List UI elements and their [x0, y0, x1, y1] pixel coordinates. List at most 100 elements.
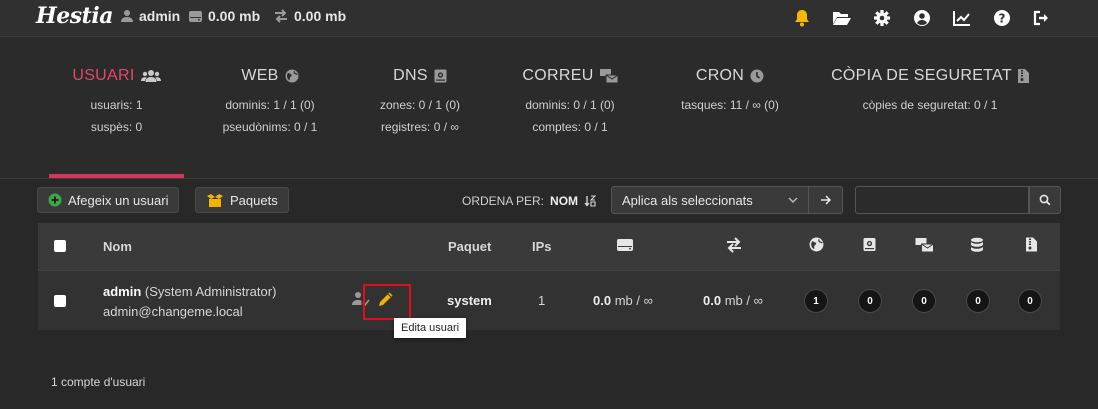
user-circle-icon[interactable] — [912, 8, 932, 28]
web-domains: dominis: 1 / 1 (0) — [225, 98, 315, 112]
sort-alpha-icon — [584, 195, 597, 207]
dns-tab-title: DNS — [393, 67, 428, 84]
disk-usage-unit: mb / ∞ — [614, 293, 653, 308]
add-user-button[interactable]: Afegeix un usuari — [37, 187, 180, 213]
globe-icon — [285, 69, 299, 83]
user-full-name: (System Administrator) — [144, 284, 277, 299]
file-archive-icon — [1017, 69, 1029, 83]
column-ips[interactable]: IPs — [532, 239, 552, 254]
box-open-icon — [206, 193, 224, 207]
select-all-checkbox[interactable] — [54, 240, 66, 252]
tab-users[interactable]: USUARI usuaris: 1 suspès: 0 — [49, 67, 184, 134]
bandwidth-usage: 0.00 mb — [273, 8, 346, 24]
divider — [0, 178, 1098, 179]
bulk-action-select[interactable]: Aplica als seleccionats — [611, 186, 809, 214]
gear-icon[interactable] — [872, 8, 892, 28]
bell-icon[interactable] — [792, 8, 812, 28]
folder-open-icon[interactable] — [832, 8, 852, 28]
arrow-right-icon — [820, 195, 832, 205]
book-icon — [863, 237, 876, 252]
table-header: Nom Paquet IPs — [38, 223, 1060, 270]
tab-backups[interactable]: CÒPIA DE SEGURETAT còpies de seguretat: … — [820, 67, 1040, 112]
disk-usage-value: 0.00 mb — [208, 8, 261, 24]
mail-bulk-icon — [915, 238, 934, 252]
users-count: usuaris: 1 — [90, 98, 143, 112]
chevron-down-icon — [788, 197, 798, 204]
backups-badge: 0 — [1018, 289, 1042, 313]
sign-out-icon[interactable] — [1032, 8, 1052, 28]
bulk-action-value: Aplica als seleccionats — [622, 192, 753, 208]
bandwidth-value: 0.00 mb — [294, 8, 347, 24]
mail-tab-title: CORREU — [522, 67, 594, 84]
hdd-icon — [616, 238, 634, 252]
column-name[interactable]: Nom — [103, 239, 132, 254]
user-name-cell: admin (System Administrator) — [103, 284, 276, 299]
bandwidth-unit: mb / ∞ — [724, 293, 763, 308]
packages-button[interactable]: Paquets — [195, 187, 289, 213]
bandwidth-value: 0.0 — [703, 293, 722, 308]
disk-usage: 0.00 mb — [188, 8, 260, 24]
web-aliases: pseudònims: 0 / 1 — [222, 120, 318, 134]
file-archive-icon — [1026, 237, 1037, 252]
user-email: admin@changeme.local — [103, 304, 243, 319]
backups-tab-title: CÒPIA DE SEGURETAT — [831, 67, 1012, 84]
plus-circle-icon — [48, 193, 62, 207]
users-tab-title: USUARI — [72, 67, 135, 84]
sort-control[interactable]: ORDENA PER: NOM — [462, 194, 597, 208]
sort-label: ORDENA PER: — [462, 194, 545, 208]
current-user: admin — [120, 8, 180, 24]
disk-usage-value: 0.0 — [593, 293, 612, 308]
dns-zones-badge: 0 — [858, 289, 882, 313]
exchange-icon — [725, 237, 743, 253]
clock-icon — [750, 69, 764, 83]
user-login-link[interactable]: admin — [103, 284, 141, 299]
suspended-count: suspès: 0 — [90, 120, 143, 134]
mail-domains: dominis: 0 / 1 (0) — [525, 98, 615, 112]
users-icon — [140, 69, 161, 83]
stats-panel: USUARI usuaris: 1 suspès: 0 WEB dominis:… — [0, 37, 1098, 178]
cron-jobs: tasques: 11 / ∞ (0) — [681, 98, 779, 112]
backups-count: còpies de seguretat: 0 / 1 — [862, 98, 998, 112]
mail-domains-badge: 0 — [912, 289, 936, 313]
database-icon — [970, 237, 984, 253]
packages-label: Paquets — [230, 192, 278, 208]
ip-count: 1 — [538, 293, 546, 308]
row-checkbox[interactable] — [54, 295, 66, 307]
search-icon — [1039, 194, 1051, 206]
mail-bulk-icon — [599, 69, 618, 83]
edit-highlight-box — [363, 284, 411, 320]
package-link[interactable]: system — [447, 293, 492, 308]
column-package[interactable]: Paquet — [448, 239, 491, 254]
cron-tab-title: CRON — [695, 67, 745, 84]
add-user-label: Afegeix un usuari — [68, 192, 169, 208]
chart-line-icon[interactable] — [952, 8, 972, 28]
dns-records: registres: 0 / ∞ — [381, 120, 459, 134]
tab-cron[interactable]: CRON tasques: 11 / ∞ (0) — [660, 67, 800, 112]
hestia-logo[interactable]: Hestia — [36, 3, 113, 29]
web-tab-title: WEB — [241, 67, 279, 84]
question-icon[interactable]: ? — [992, 8, 1012, 28]
web-domains-badge: 1 — [804, 289, 828, 313]
tab-web[interactable]: WEB dominis: 1 / 1 (0) pseudònims: 0 / 1 — [210, 67, 330, 134]
edit-user-tooltip: Edita usuari — [394, 318, 467, 338]
user-icon — [120, 9, 134, 23]
globe-icon — [809, 237, 824, 252]
top-bar: Hestia admin 0.00 mb 0.00 mb ? — [0, 0, 1098, 37]
dns-zones: zones: 0 / 1 (0) — [379, 98, 461, 112]
accounts-count-footer: 1 compte d'usuari — [51, 375, 146, 389]
book-icon — [434, 69, 447, 83]
tab-dns[interactable]: DNS zones: 0 / 1 (0) registres: 0 / ∞ — [360, 67, 480, 134]
search-input[interactable] — [855, 186, 1029, 214]
sort-value: NOM — [550, 194, 579, 208]
disk-usage-cell: 0.0 mb / ∞ — [593, 293, 653, 308]
table-row: admin (System Administrator) admin@chang… — [38, 270, 1060, 330]
apply-bulk-button[interactable] — [809, 186, 843, 214]
databases-badge: 0 — [966, 289, 990, 313]
svg-text:?: ? — [999, 11, 1006, 25]
mail-accounts: comptes: 0 / 1 — [532, 120, 608, 134]
hdd-icon — [188, 10, 203, 23]
search-button[interactable] — [1029, 186, 1061, 214]
username-label: admin — [139, 8, 181, 24]
tab-mail[interactable]: CORREU dominis: 0 / 1 (0) comptes: 0 / 1 — [510, 67, 630, 134]
bandwidth-cell: 0.0 mb / ∞ — [703, 293, 763, 308]
